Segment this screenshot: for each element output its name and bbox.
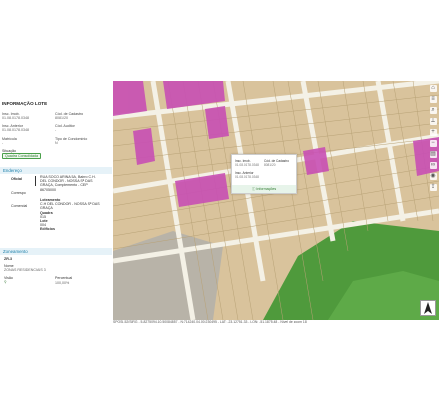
map-pin-icon[interactable]: ⚲ (4, 280, 7, 284)
popup-ant-value: 01.08.0178.0348 (235, 175, 259, 179)
home-icon[interactable]: ⌂ (429, 85, 437, 92)
north-arrow-glyph (424, 302, 432, 314)
popup-cad-value: 8081/20 (264, 163, 276, 167)
link-icon[interactable]: ∞ (429, 162, 437, 169)
cod-auditor-field: Cód. Auditor - (55, 124, 75, 133)
lot-popup: Insc. Imob. 01.08.0178.0348 Cód. de Cada… (231, 154, 297, 194)
cad-cartorio-value: 8081/20 (55, 116, 68, 121)
cod-auditor-value: - (55, 128, 57, 133)
tipo-condominio-value: N (55, 141, 58, 146)
tipo-condominio-field: Tipo de Condomínio N (55, 137, 87, 146)
matricula-value: - (2, 141, 4, 146)
informacoes-button[interactable]: ⓘ Informações (232, 185, 296, 193)
cod-auditor-label: Cód. Auditor (55, 124, 75, 128)
percentual-value: 100,00% (55, 281, 70, 285)
zoom-out-icon[interactable]: − (429, 140, 437, 147)
north-arrow-icon (420, 300, 436, 316)
oficial-label: Oficial (11, 177, 22, 181)
cad-cartorio-field: Cód. de Cadastro 8081/20 (55, 112, 83, 121)
loteamento-value: C.H DEL CONDOR - NOSSA Sª DAS GRAÇA (40, 202, 100, 211)
insc-imob-value: 01.08.0178.0348 (2, 116, 29, 121)
panel-title: INFORMAÇÃO LOTE (2, 101, 48, 106)
map-canvas[interactable] (113, 81, 439, 320)
percentual-label: Percentual (55, 276, 73, 280)
map-view[interactable]: Insc. Imob. 01.08.0178.0348 Cód. de Cada… (113, 81, 439, 320)
popup-insc-value: 01.08.0178.0348 (235, 163, 259, 167)
commercial-lot (113, 81, 147, 116)
correspondencia-label: Correspo (11, 191, 26, 195)
zoom-in-icon[interactable]: + (429, 129, 437, 136)
insc-anterior-value: 01.08.0178.0348 (2, 128, 29, 133)
oficial-value: RUA SOCO ARINA 5A, Bairro C.H. DEL CONDO… (40, 175, 96, 192)
map-status-bar: SPOSI-52/SIRG - 5-8275094.10.50084857 - … (113, 320, 439, 325)
camera-icon[interactable]: ◉ (429, 173, 437, 180)
insc-anterior-field: Insc. Anterior 01.08.0178.0348 (2, 124, 29, 133)
matricula-field: Matrícula - (2, 137, 17, 146)
nome-value: ZONAS RESIDENCIAIS 3 (4, 268, 46, 272)
measure-icon[interactable]: ⟂ (429, 118, 437, 125)
informacoes-button-label: Informações (256, 187, 277, 191)
search-icon[interactable]: ⌕ (429, 107, 437, 114)
edificios-label: Edifícios (40, 227, 55, 232)
loteamento-group: Loteamento C.H DEL CONDOR - NOSSA Sª DAS… (40, 198, 102, 232)
comercial-label: Comercial (11, 204, 28, 208)
print-icon[interactable]: ▤ (429, 151, 437, 158)
zone-code: ZR-3 (4, 257, 12, 261)
layers-icon[interactable]: ≡ (429, 96, 437, 103)
endereco-divider (35, 176, 36, 186)
commercial-lot (303, 147, 329, 175)
matricula-label: Matrícula (2, 137, 17, 141)
tipo-condominio-label: Tipo de Condomínio (55, 137, 88, 141)
situacao-status-badge: Quadra Consolidada (2, 153, 41, 159)
zoneamento-header[interactable]: Zoneamento (0, 248, 112, 255)
lot-info-panel: INFORMAÇÃO LOTE Insc. Imob. 01.08.0178.0… (0, 100, 112, 312)
commercial-lot (205, 106, 229, 139)
map-toolbar: ⌂ ≡ ⌕ ⟂ + − ▤ ∞ ◉ ⇪ (428, 85, 438, 191)
share-icon[interactable]: ⇪ (429, 184, 437, 191)
insc-imob-field: Insc. Imob. 01.08.0178.0348 (2, 112, 29, 121)
endereco-header[interactable]: Endereço (0, 167, 112, 174)
